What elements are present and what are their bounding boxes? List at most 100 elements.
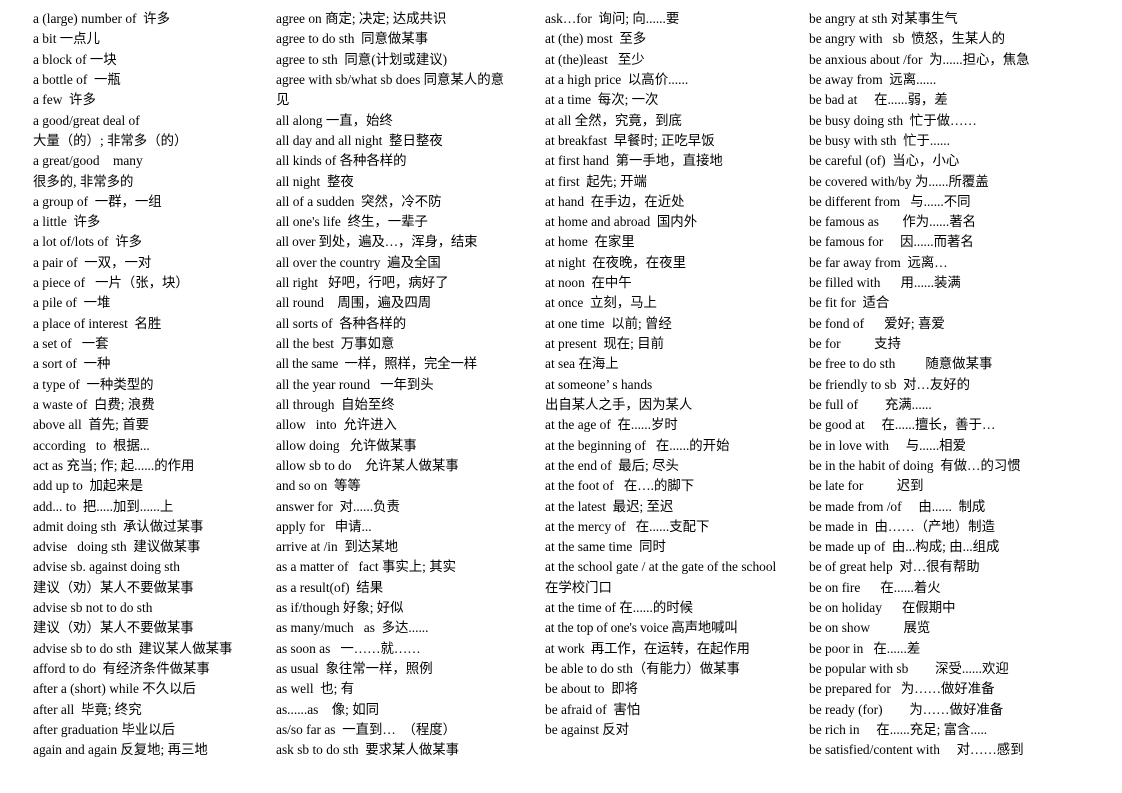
glossary-entry: be of great help 对…很有帮助	[809, 559, 980, 575]
glossary-entry: be afraid of 害怕	[545, 701, 641, 717]
glossary-entry: a great/good many	[33, 153, 143, 169]
glossary-entry: be made from /of 由...... 制成	[809, 498, 986, 514]
glossary-entry: at the age of 在......岁时	[545, 417, 678, 433]
glossary-entry: as a result(of) 结果	[276, 579, 384, 595]
glossary-entry: be on holiday 在假期中	[809, 600, 956, 616]
glossary-entry: as if/though 好象; 好似	[276, 600, 404, 616]
glossary-entry: agree on 商定; 决定; 达成共识	[276, 11, 447, 26]
glossary-entry: a set of 一套	[33, 336, 109, 351]
glossary-entry: a place of interest 名胜	[33, 315, 162, 331]
glossary-entry: 很多的, 非常多的	[33, 173, 134, 189]
glossary-entry: as a matter of fact 事实上; 其实	[276, 559, 456, 575]
glossary-entry: be prepared for 为……做好准备	[809, 681, 995, 697]
glossary-entry: as many/much as 多达......	[276, 620, 429, 636]
glossary-entry: at home and abroad 国内外	[545, 214, 698, 230]
glossary-entry: all the year round 一年到头	[276, 376, 434, 392]
glossary-entry: at the beginning of 在......的开始	[545, 437, 730, 453]
glossary-entry: above all 首先; 首要	[33, 417, 150, 433]
glossary-entry: be free to do sth 随意做某事	[809, 356, 993, 372]
glossary-entry: add... to 把.....加到......上	[33, 498, 174, 514]
glossary-entry: after all 毕竟; 终究	[33, 701, 142, 717]
glossary-entry: arrive at /in 到达某地	[276, 539, 398, 555]
glossary-entry: at the school gate / at the gate of the …	[545, 559, 777, 575]
glossary-entry: at the top of one's voice 高声地喊叫	[545, 620, 738, 636]
glossary-entry: all round 周围，遍及四周	[276, 295, 432, 311]
glossary-entry: agree to sth 同意(计划或建议)	[276, 51, 448, 67]
glossary-entry: 大量（的）; 非常多（的）	[33, 132, 188, 148]
glossary-entry: be friendly to sb 对…友好的	[809, 376, 971, 392]
glossary-entry: at home 在家里	[545, 234, 635, 250]
glossary-entry: at once 立刻，马上	[545, 295, 657, 311]
glossary-entry: be made in 由……（产地）制造	[809, 518, 995, 534]
glossary-entry: advise sb to do sth 建议某人做某事	[33, 640, 233, 656]
glossary-entry: at the same time 同时	[545, 539, 666, 555]
glossary-entry: all the best 万事如意	[276, 336, 395, 351]
glossary-entry: act as 充当; 作; 起......的作用	[33, 457, 195, 473]
glossary-entry: be angry with sb 愤怒，生某人的	[809, 31, 1006, 47]
glossary-entry: at (the)least 至少	[545, 51, 645, 67]
glossary-entry: a piece of 一片（张，块）	[33, 275, 189, 291]
glossary-entry: at breakfast 早餐时; 正吃早饭	[545, 132, 715, 148]
glossary-entry: a type of 一种类型的	[33, 376, 154, 392]
glossary-entry: a little 许多	[33, 214, 101, 230]
glossary-entry: as soon as 一……就……	[276, 640, 421, 656]
glossary-entry: at all 全然，究竟，到底	[545, 112, 682, 128]
glossary-entry: allow doing 允许做某事	[276, 437, 417, 453]
glossary-entry: be rich in 在......充足; 富含.....	[809, 721, 988, 737]
glossary-entry: be about to 即将	[545, 681, 638, 697]
glossary-entry: at one time 以前; 曾经	[545, 315, 672, 331]
glossary-entry: be anxious about /for 为......担心，焦急	[809, 51, 1030, 67]
glossary-entry: be full of 充满......	[809, 396, 932, 412]
glossary-entry: as/so far as 一直到… （程度）	[276, 721, 457, 737]
glossary-entry: at work 再工作，在运转，在起作用	[545, 640, 750, 656]
glossary-entry: as usual 象往常一样，照例	[276, 661, 433, 676]
glossary-entry: all through 自始至终	[276, 396, 395, 412]
glossary-entry: and so on 等等	[276, 478, 361, 494]
glossary-entry: at a high price 以高价......	[545, 71, 689, 87]
glossary-entry: all kinds of 各种各样的	[276, 153, 407, 169]
glossary-entry: a few 许多	[33, 92, 96, 108]
glossary-entry: a pile of 一堆	[33, 295, 111, 311]
glossary-entry: agree with sb/what sb does 同意某人的意	[276, 71, 504, 87]
glossary-entry: at first 起先; 开端	[545, 173, 647, 189]
glossary-entry: advise doing sth 建议做某事	[33, 539, 201, 555]
glossary-entry: agree to do sth 同意做某事	[276, 31, 429, 47]
glossary-entry: be filled with 用......装满	[809, 275, 961, 291]
glossary-entry: according to 根据...	[33, 437, 150, 453]
glossary-entry: at night 在夜晚，在夜里	[545, 254, 686, 270]
glossary-entry: be poor in 在......差	[809, 640, 921, 656]
glossary-entry: be against 反对	[545, 721, 630, 737]
glossary-entry: all along 一直，始终	[276, 112, 393, 128]
glossary-entry: all over the country 遍及全国	[276, 254, 441, 270]
glossary-entry: be late for 迟到	[809, 478, 924, 494]
glossary-entry: be on show 展览	[809, 620, 931, 636]
glossary-entry: a lot of/lots of 许多	[33, 234, 142, 250]
glossary-entry: at the time of 在......的时候	[545, 600, 694, 616]
glossary-entry: a sort of 一种	[33, 356, 111, 372]
glossary-entry: be different from 与......不同	[809, 193, 971, 209]
glossary-entry: admit doing sth 承认做过某事	[33, 518, 204, 534]
glossary-entry: be angry at sth 对某事生气	[809, 11, 958, 26]
glossary-entry: at present 现在; 目前	[545, 336, 665, 351]
glossary-entry: all one's life 终生，一辈子	[276, 214, 428, 230]
glossary-entry: be made up of 由...构成; 由...组成	[809, 539, 1000, 555]
glossary-entry: a (large) number of 许多	[33, 11, 170, 26]
glossary-entry: answer for 对......负责	[276, 498, 400, 514]
glossary-entry: be famous as 作为......著名	[809, 214, 976, 230]
glossary-entry: be in love with 与......相爱	[809, 437, 966, 453]
glossary-entry: afford to do 有经济条件做某事	[33, 661, 210, 676]
glossary-entry: be covered with/by 为......所覆盖	[809, 173, 989, 189]
glossary-entry: 建议（劝）某人不要做某事	[33, 620, 194, 636]
glossary-entry: a good/great deal of	[33, 112, 140, 128]
glossary-entry: as well 也; 有	[276, 681, 355, 697]
glossary-entry: be popular with sb 深受......欢迎	[809, 661, 1009, 676]
glossary-entry: be famous for 因......而著名	[809, 234, 974, 250]
glossary-entry: apply for 申请...	[276, 518, 372, 534]
glossary-entry: after a (short) while 不久以后	[33, 681, 196, 697]
glossary-entry: ask…for 询问; 向......要	[545, 11, 680, 26]
glossary-column-2: agree on 商定; 决定; 达成共识 agree to do sth 同意…	[269, 9, 536, 761]
glossary-entry: a block of 一块	[33, 51, 117, 67]
glossary-entry: at someone’ s hands	[545, 376, 653, 392]
glossary-entry: all night 整夜	[276, 173, 354, 189]
glossary-entry: at noon 在中午	[545, 275, 632, 291]
